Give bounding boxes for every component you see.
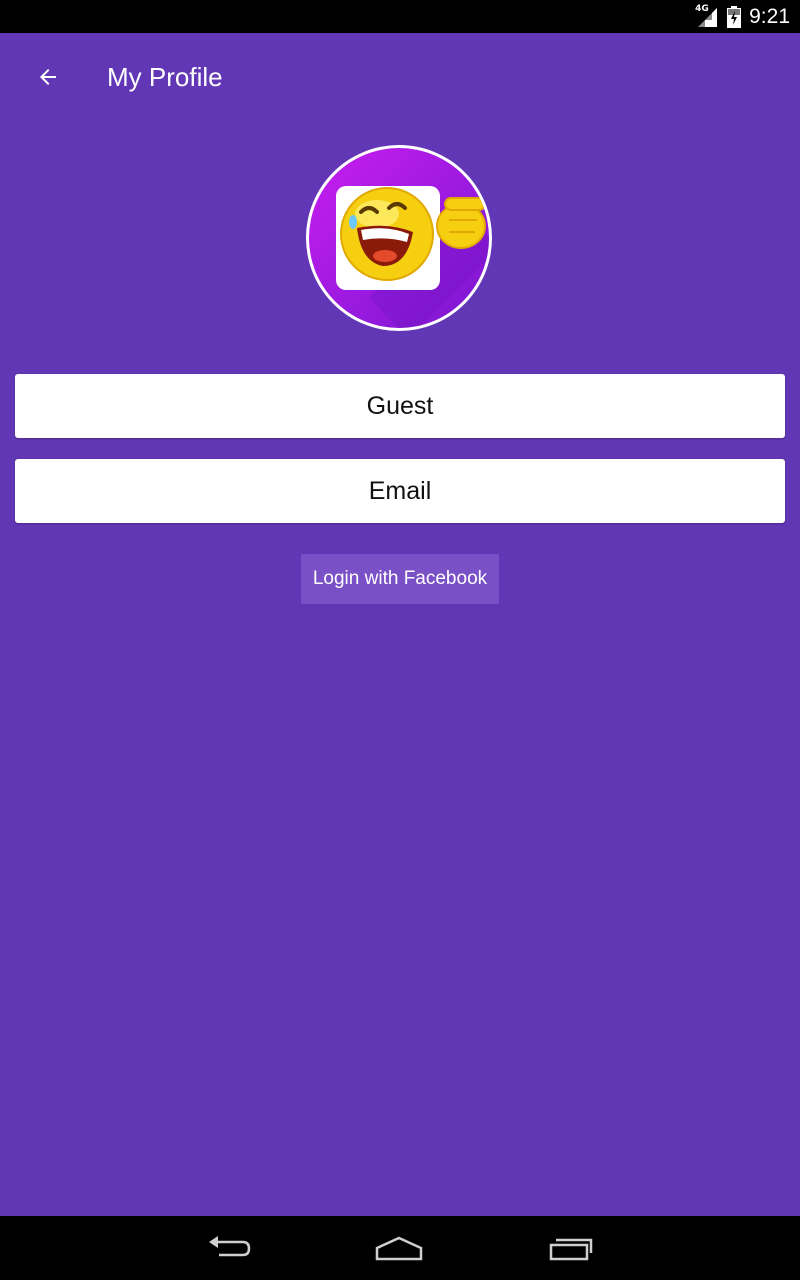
arrow-back-icon xyxy=(36,65,60,89)
nav-recents-button[interactable] xyxy=(541,1228,601,1268)
toolbar: My Profile xyxy=(0,33,800,121)
nav-recents-icon xyxy=(547,1234,595,1262)
laughing-emoji-avatar-icon xyxy=(309,148,489,328)
nav-home-button[interactable] xyxy=(369,1228,429,1268)
navigation-bar xyxy=(0,1216,800,1280)
back-button[interactable] xyxy=(24,53,72,101)
status-icons: 4G 9:21 xyxy=(695,0,790,33)
signal-icon: 4G xyxy=(695,3,719,28)
name-field[interactable]: Guest xyxy=(15,374,785,438)
page-title: My Profile xyxy=(107,62,223,92)
network-type-label: 4G xyxy=(695,3,709,14)
nav-home-icon xyxy=(373,1234,425,1262)
login-with-facebook-button[interactable]: Login with Facebook xyxy=(301,554,499,604)
status-time: 9:21 xyxy=(749,4,790,28)
nav-back-button[interactable] xyxy=(199,1228,259,1268)
email-field[interactable]: Email xyxy=(15,459,785,523)
battery-icon xyxy=(727,5,742,28)
status-bar: 4G 9:21 xyxy=(0,0,800,33)
nav-back-icon xyxy=(205,1233,253,1263)
avatar[interactable] xyxy=(306,145,492,331)
profile-screen: My Profile Guest Email Login with Facebo… xyxy=(0,33,800,1216)
